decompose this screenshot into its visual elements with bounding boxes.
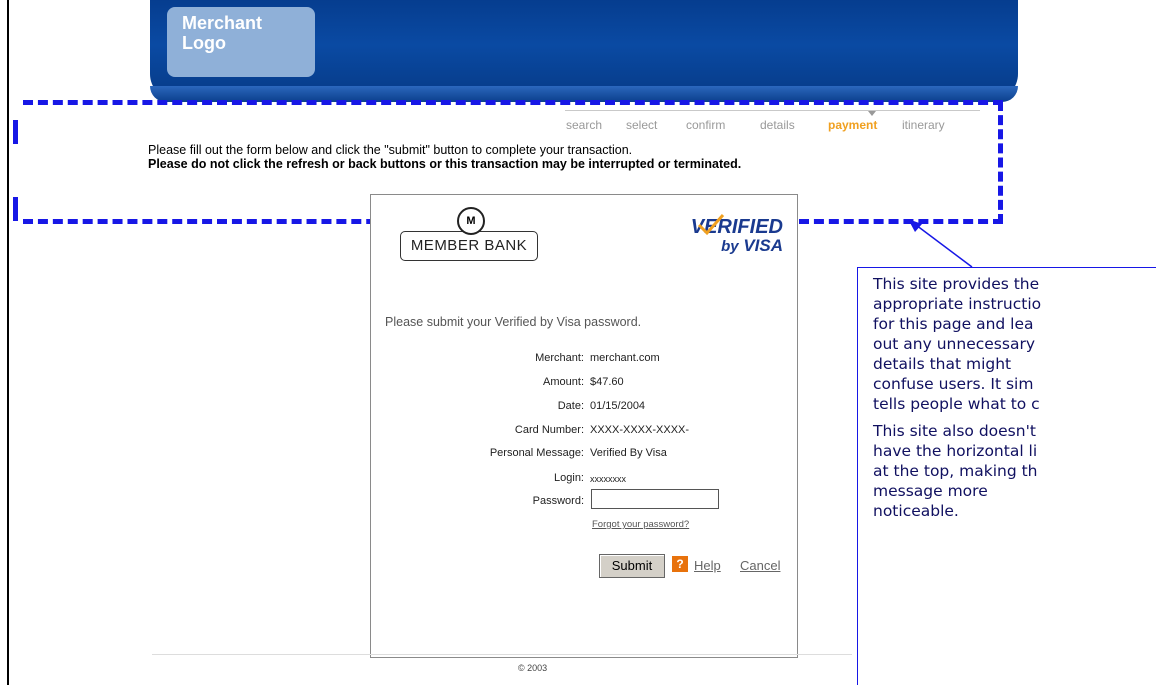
copyright: © 2003 [518, 663, 548, 673]
highlight-dashed-left-1 [13, 120, 18, 144]
callout-line: tells people what to c [873, 395, 1040, 413]
callout-line: have the horizontal li [873, 442, 1038, 460]
callout-line: at the top, making th [873, 462, 1038, 480]
verified-by-visa-panel: M MEMBER BANK VERIFIED by VISA Please su… [370, 194, 798, 658]
callout-line: details that might [873, 355, 1012, 373]
footer-divider [152, 654, 852, 655]
field-row-password: Password: [371, 495, 797, 511]
annotation-callout: This site provides the appropriate instr… [857, 267, 1156, 685]
callout-line: This site also doesn't [873, 422, 1036, 440]
member-bank-logo-text: MEMBER BANK [400, 231, 538, 261]
visa-logo-visa: VISA [743, 236, 783, 255]
field-label: Date: [557, 400, 584, 412]
field-value: merchant.com [590, 352, 660, 364]
visa-checkmark-icon [697, 214, 725, 236]
forgot-password-link[interactable]: Forgot your password? [592, 519, 689, 530]
field-label: Personal Message: [489, 447, 584, 459]
callout-line: out any unnecessary [873, 335, 1035, 353]
field-label: Login: [554, 472, 584, 484]
field-value: $47.60 [590, 376, 624, 388]
field-label: Password: [532, 495, 584, 507]
visa-logo-by-visa: by VISA [683, 237, 783, 256]
field-row-amount: Amount: $47.60 [371, 376, 797, 392]
field-label: Card Number: [514, 424, 584, 436]
callout-line: This site provides the [873, 275, 1040, 293]
field-value: xxxxxxxx [590, 474, 626, 484]
member-bank-monogram-icon: M [457, 207, 485, 235]
password-input[interactable] [591, 489, 719, 509]
field-row-login: Login: xxxxxxxx [371, 472, 797, 488]
callout-line: appropriate instructio [873, 295, 1042, 313]
field-row-personal-message: Personal Message: Verified By Visa [371, 447, 797, 463]
help-icon[interactable]: ? [672, 556, 688, 572]
field-row-card-number: Card Number: XXXX-XXXX-XXXX- [371, 424, 797, 440]
visa-logo-by: by [721, 238, 739, 255]
callout-paragraph-1: This site provides the appropriate instr… [858, 274, 1156, 414]
password-prompt: Please submit your Verified by Visa pass… [385, 315, 642, 329]
merchant-logo-text: Merchant Logo [182, 13, 263, 53]
field-value: Verified By Visa [590, 447, 667, 459]
field-label: Amount: [543, 376, 584, 388]
field-value: 01/15/2004 [590, 400, 646, 412]
member-bank-logo: M MEMBER BANK [400, 205, 540, 261]
callout-line: for this page and lea [873, 315, 1034, 333]
callout-line: message more [873, 482, 988, 500]
help-link[interactable]: Help [694, 558, 721, 573]
highlight-dashed-left-2 [13, 197, 18, 221]
field-row-merchant: Merchant: merchant.com [371, 352, 797, 368]
callout-line: noticeable. [873, 502, 959, 520]
merchant-logo: Merchant Logo [167, 7, 315, 77]
verified-by-visa-logo: VERIFIED by VISA [683, 214, 783, 267]
callout-paragraph-2: This site also doesn't have the horizont… [858, 421, 1156, 521]
field-label: Merchant: [535, 352, 584, 364]
submit-button[interactable]: Submit [599, 554, 665, 578]
callout-line: confuse users. It sim [873, 375, 1034, 393]
field-row-date: Date: 01/15/2004 [371, 400, 797, 416]
field-value: XXXX-XXXX-XXXX- [590, 424, 690, 436]
callout-pointer-arrow-icon [908, 219, 973, 268]
cancel-link[interactable]: Cancel [740, 558, 780, 573]
